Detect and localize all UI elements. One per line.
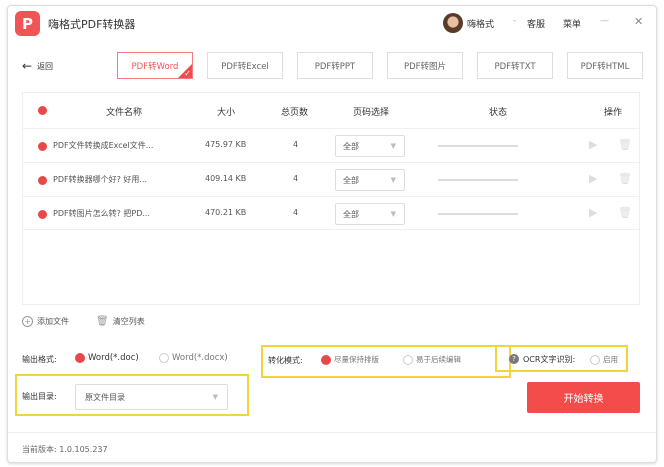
radio-checked-icon — [321, 354, 331, 365]
tab-pdf-to-excel[interactable]: PDF转Excel — [207, 52, 283, 79]
ocr-enable-checkbox[interactable]: 启用 — [590, 354, 618, 365]
row-checkbox[interactable] — [38, 210, 47, 219]
file-name: PDF转换器哪个好? 好用... — [53, 175, 148, 184]
output-dir-value: 原文件目录 — [85, 392, 125, 402]
app-title: 嗨格式PDF转换器 — [48, 18, 136, 31]
header-range: 页码选择 — [353, 108, 390, 118]
radio-checked-icon — [75, 353, 85, 363]
tab-pdf-to-html[interactable]: PDF转HTML — [567, 52, 643, 79]
progress-bar — [438, 179, 518, 181]
check-icon: ✓ — [184, 69, 191, 78]
row-checkbox[interactable] — [38, 142, 47, 151]
file-size: 475.97 KB — [205, 140, 247, 149]
add-file-button[interactable]: + 添加文件 — [22, 316, 69, 327]
radio-unchecked-icon — [590, 354, 600, 365]
radio-label: 尽量保持排版 — [334, 355, 379, 364]
page-range-select[interactable]: 全部 ▼ — [335, 169, 405, 191]
radio-label: Word(*.doc) — [88, 353, 139, 363]
table-row: PDF转换器哪个好? 好用... 409.14 KB 4 全部 ▼ ▶ 🗑 — [23, 162, 639, 196]
radio-unchecked-icon — [403, 354, 413, 365]
tab-pdf-to-txt[interactable]: PDF转TXT — [477, 52, 553, 79]
plus-circle-icon: + — [22, 316, 33, 327]
progress-bar — [438, 145, 518, 147]
progress-bar — [438, 213, 518, 215]
back-label: 返回 — [37, 61, 54, 71]
chevron-down-icon: ▼ — [212, 393, 218, 401]
menu-link[interactable]: 菜单 — [563, 17, 581, 30]
select-value: 全部 — [343, 175, 359, 185]
header-pages: 总页数 — [281, 108, 309, 118]
app-logo: P — [15, 11, 40, 36]
add-file-label: 添加文件 — [37, 317, 69, 326]
ocr-label: OCR文字识别: — [523, 355, 576, 364]
tab-pdf-to-ppt[interactable]: PDF转PPT — [297, 52, 373, 79]
username[interactable]: 嗨格式 — [467, 17, 494, 30]
radio-easy-edit[interactable]: 易于后续编辑 — [403, 354, 461, 365]
radio-keep-layout[interactable]: 尽量保持排版 — [321, 354, 379, 365]
close-button[interactable]: ✕ — [634, 15, 643, 28]
page-count: 4 — [293, 174, 299, 183]
tab-label: PDF转Word — [131, 61, 179, 72]
tab-label: PDF转HTML — [580, 61, 630, 72]
radio-label: 易于后续编辑 — [416, 355, 461, 364]
back-button[interactable]: ← 返回 — [22, 59, 53, 73]
trash-icon[interactable]: 🗑 — [618, 138, 632, 151]
file-size: 470.21 KB — [205, 208, 247, 217]
arrow-left-icon: ← — [22, 59, 33, 73]
tab-label: PDF转PPT — [314, 61, 356, 72]
select-value: 全部 — [343, 141, 359, 151]
header-size: 大小 — [217, 108, 236, 118]
file-name: PDF转图片怎么转? 把PD... — [53, 209, 150, 218]
tab-label: PDF转Excel — [221, 61, 269, 72]
trash-icon[interactable]: 🗑 — [618, 172, 632, 185]
tab-label: PDF转TXT — [494, 61, 536, 72]
output-dir-label: 输出目录: — [22, 392, 57, 401]
output-dir-select[interactable]: 原文件目录 ▼ — [75, 384, 228, 410]
tab-label: PDF转图片 — [403, 61, 447, 72]
page-range-select[interactable]: 全部 ▼ — [335, 203, 405, 225]
service-link[interactable]: 客服 — [527, 17, 545, 30]
output-format-label: 输出格式: — [22, 355, 57, 364]
tab-pdf-to-word[interactable]: PDF转Word ✓ — [117, 52, 193, 79]
page-count: 4 — [293, 140, 299, 149]
radio-unchecked-icon — [159, 353, 169, 363]
file-size: 409.14 KB — [205, 174, 247, 183]
convert-mode-label: 转化模式: — [268, 356, 303, 365]
play-icon[interactable]: ▶ — [589, 172, 597, 185]
user-dropdown[interactable]: - — [513, 16, 516, 26]
chevron-down-icon: ▼ — [390, 142, 396, 150]
play-icon[interactable]: ▶ — [589, 206, 597, 219]
help-icon[interactable]: ? — [509, 354, 519, 364]
radio-docx[interactable]: Word(*.docx) — [159, 353, 228, 363]
start-convert-button[interactable]: 开始转换 — [527, 382, 640, 413]
table-row: PDF转图片怎么转? 把PD... 470.21 KB 4 全部 ▼ ▶ 🗑 — [23, 196, 639, 230]
clear-list-button[interactable]: 🗑 清空列表 — [96, 316, 145, 327]
file-name: PDF文件转换成Excel文件... — [53, 141, 154, 150]
radio-doc[interactable]: Word(*.doc) — [75, 353, 139, 363]
page-count: 4 — [293, 208, 299, 217]
play-icon[interactable]: ▶ — [589, 138, 597, 151]
trash-icon: 🗑 — [96, 316, 109, 327]
avatar[interactable] — [443, 13, 463, 33]
header-status: 状态 — [489, 108, 508, 118]
tab-pdf-to-image[interactable]: PDF转图片 — [387, 52, 463, 79]
version-text: 当前版本: 1.0.105.237 — [22, 445, 108, 454]
select-value: 全部 — [343, 209, 359, 219]
trash-icon[interactable]: 🗑 — [618, 206, 632, 219]
clear-list-label: 清空列表 — [112, 317, 145, 326]
table-row: PDF文件转换成Excel文件... 475.97 KB 4 全部 ▼ ▶ 🗑 — [23, 128, 639, 162]
radio-label: Word(*.docx) — [172, 353, 228, 363]
header-actions: 操作 — [604, 108, 623, 118]
file-table: 文件名称 大小 总页数 页码选择 状态 操作 PDF文件转换成Excel文件..… — [22, 92, 640, 305]
footer-divider — [8, 432, 656, 433]
minimize-button[interactable]: — — [600, 16, 609, 26]
select-all-checkbox[interactable] — [38, 106, 47, 115]
ocr-enable-label: 启用 — [603, 355, 618, 364]
chevron-down-icon: ▼ — [390, 210, 396, 218]
chevron-down-icon: ▼ — [390, 176, 396, 184]
page-range-select[interactable]: 全部 ▼ — [335, 135, 405, 157]
row-checkbox[interactable] — [38, 176, 47, 185]
header-name: 文件名称 — [106, 108, 143, 118]
